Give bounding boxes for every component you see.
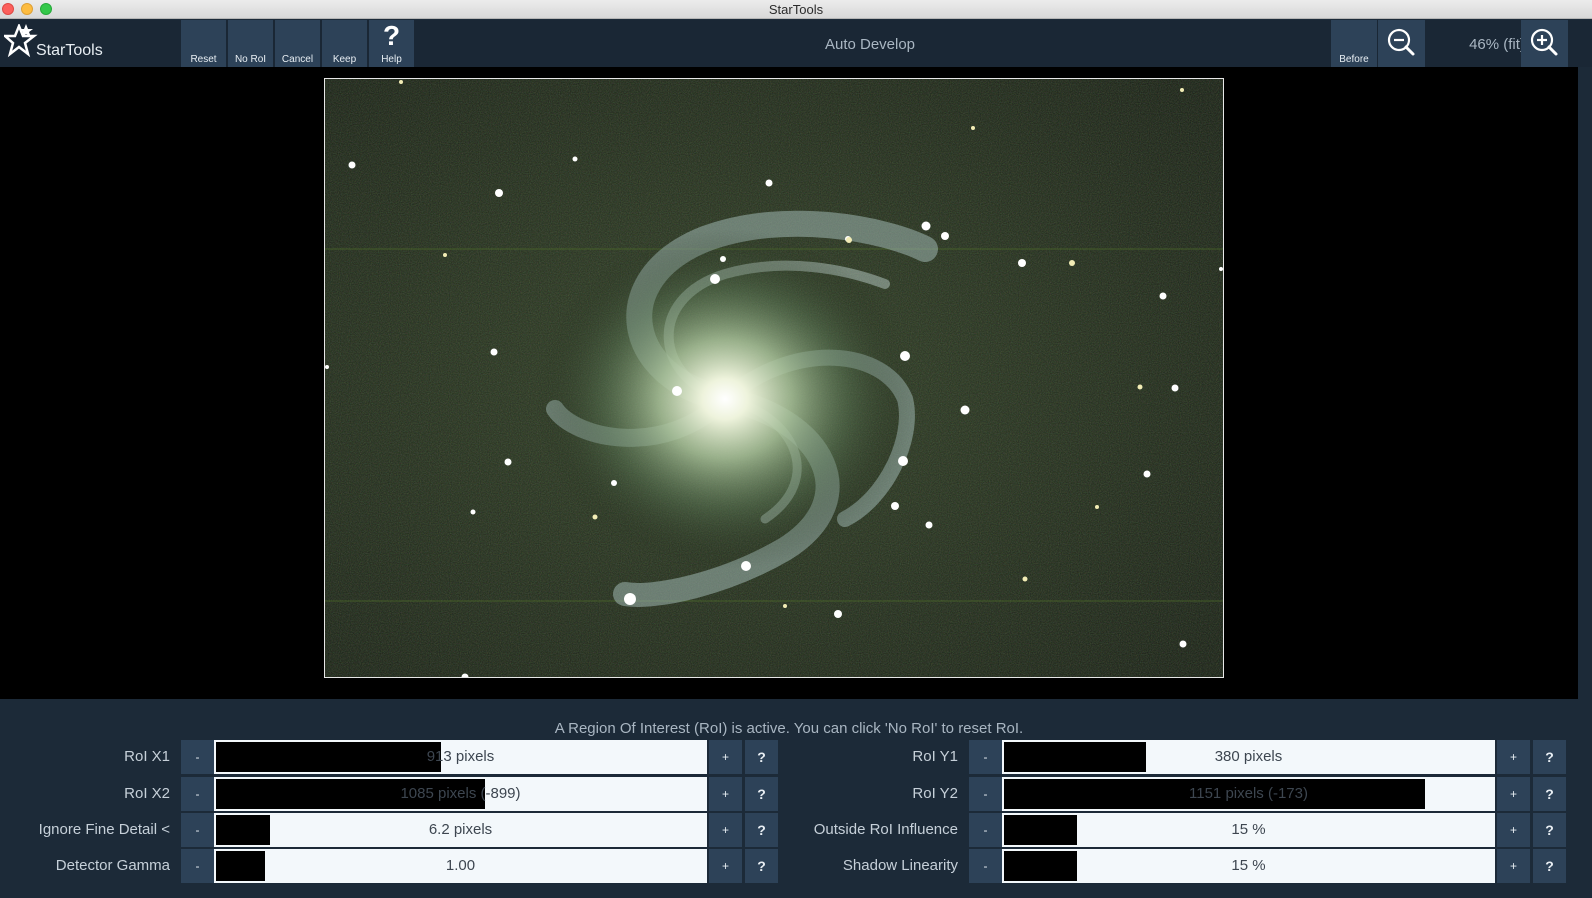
- decrease-button[interactable]: -: [181, 813, 214, 847]
- increase-button[interactable]: +: [709, 777, 742, 811]
- status-message: A Region Of Interest (RoI) is active. Yo…: [554, 720, 1024, 737]
- minimize-window-button[interactable]: [21, 3, 33, 15]
- app-toolbar: StarTools Reset No RoI Cancel Keep ? Hel…: [0, 20, 1592, 67]
- param-value: 1085 pixels (-899): [400, 785, 521, 802]
- decrease-button[interactable]: -: [969, 813, 1002, 847]
- no-roi-button-label: No RoI: [234, 54, 267, 65]
- spiral-galaxy-image: [325, 79, 1223, 677]
- keep-button[interactable]: Keep: [322, 20, 368, 67]
- param-help-button[interactable]: ?: [1533, 777, 1566, 811]
- param-slider[interactable]: 1085 pixels (-899): [214, 777, 707, 811]
- param-label: RoI X2: [124, 785, 170, 802]
- param-help-button[interactable]: ?: [745, 813, 778, 847]
- param-slider[interactable]: 15 %: [1002, 849, 1495, 883]
- decrease-button[interactable]: -: [969, 777, 1002, 811]
- reset-button-label: Reset: [190, 54, 217, 65]
- param-slider[interactable]: 913 pixels: [214, 740, 707, 774]
- param-slider[interactable]: 380 pixels: [1002, 740, 1495, 774]
- image-viewport[interactable]: [0, 67, 1578, 699]
- reset-button[interactable]: Reset: [181, 20, 227, 67]
- increase-button[interactable]: +: [709, 813, 742, 847]
- param-slider[interactable]: 15 %: [1002, 813, 1495, 847]
- param-label: RoI Y1: [912, 748, 958, 765]
- param-label: RoI X1: [124, 748, 170, 765]
- before-button[interactable]: Before: [1331, 20, 1378, 67]
- param-label: Shadow Linearity: [842, 857, 958, 874]
- question-icon: ?: [382, 20, 401, 51]
- increase-button[interactable]: +: [709, 740, 742, 774]
- decrease-button[interactable]: -: [181, 849, 214, 883]
- increase-button[interactable]: +: [1497, 777, 1530, 811]
- keep-button-label: Keep: [332, 54, 357, 65]
- param-help-button[interactable]: ?: [1533, 740, 1566, 774]
- param-help-button[interactable]: ?: [745, 849, 778, 883]
- param-help-button[interactable]: ?: [745, 777, 778, 811]
- zoom-in-button[interactable]: [1521, 20, 1568, 67]
- cancel-button[interactable]: Cancel: [275, 20, 321, 67]
- increase-button[interactable]: +: [1497, 849, 1530, 883]
- logo-text: StarTools: [36, 42, 103, 59]
- param-label: Ignore Fine Detail <: [38, 821, 170, 838]
- close-window-button[interactable]: [2, 3, 14, 15]
- window-titlebar: StarTools: [0, 0, 1592, 19]
- galaxy-image[interactable]: [324, 78, 1224, 678]
- decrease-button[interactable]: -: [969, 740, 1002, 774]
- zoom-in-icon: [1530, 28, 1558, 56]
- before-button-label: Before: [1339, 54, 1369, 65]
- window-title: StarTools: [768, 2, 824, 17]
- zoom-out-icon: [1387, 28, 1415, 56]
- param-label: Outside RoI Influence: [813, 821, 958, 838]
- decrease-button[interactable]: -: [969, 849, 1002, 883]
- param-value: 380 pixels: [1214, 748, 1283, 765]
- zoom-window-button[interactable]: [40, 3, 52, 15]
- no-roi-button[interactable]: No RoI: [228, 20, 274, 67]
- increase-button[interactable]: +: [1497, 740, 1530, 774]
- star-logo-icon: [4, 24, 38, 58]
- increase-button[interactable]: +: [709, 849, 742, 883]
- param-label: RoI Y2: [912, 785, 958, 802]
- decrease-button[interactable]: -: [181, 777, 214, 811]
- decrease-button[interactable]: -: [181, 740, 214, 774]
- zoom-out-button[interactable]: [1378, 20, 1425, 67]
- param-value: 1.00: [445, 857, 476, 874]
- param-slider[interactable]: 6.2 pixels: [214, 813, 707, 847]
- cancel-button-label: Cancel: [281, 54, 314, 65]
- tool-title: Auto Develop: [824, 36, 916, 53]
- param-value: 6.2 pixels: [428, 821, 493, 838]
- param-value: 913 pixels: [426, 748, 495, 765]
- param-slider[interactable]: 1.00: [214, 849, 707, 883]
- param-help-button[interactable]: ?: [745, 740, 778, 774]
- param-value: 1151 pixels (-173): [1189, 785, 1308, 802]
- param-value: 15 %: [1231, 857, 1266, 874]
- increase-button[interactable]: +: [1497, 813, 1530, 847]
- param-help-button[interactable]: ?: [1533, 849, 1566, 883]
- app-logo: StarTools: [4, 24, 114, 64]
- param-value: 15 %: [1231, 821, 1266, 838]
- viewport-scrollbar[interactable]: [1578, 67, 1592, 699]
- help-button-label: Help: [381, 54, 402, 65]
- param-help-button[interactable]: ?: [1533, 813, 1566, 847]
- help-button[interactable]: ? Help: [369, 20, 415, 67]
- param-label: Detector Gamma: [55, 857, 170, 874]
- param-slider[interactable]: 1151 pixels (-173): [1002, 777, 1495, 811]
